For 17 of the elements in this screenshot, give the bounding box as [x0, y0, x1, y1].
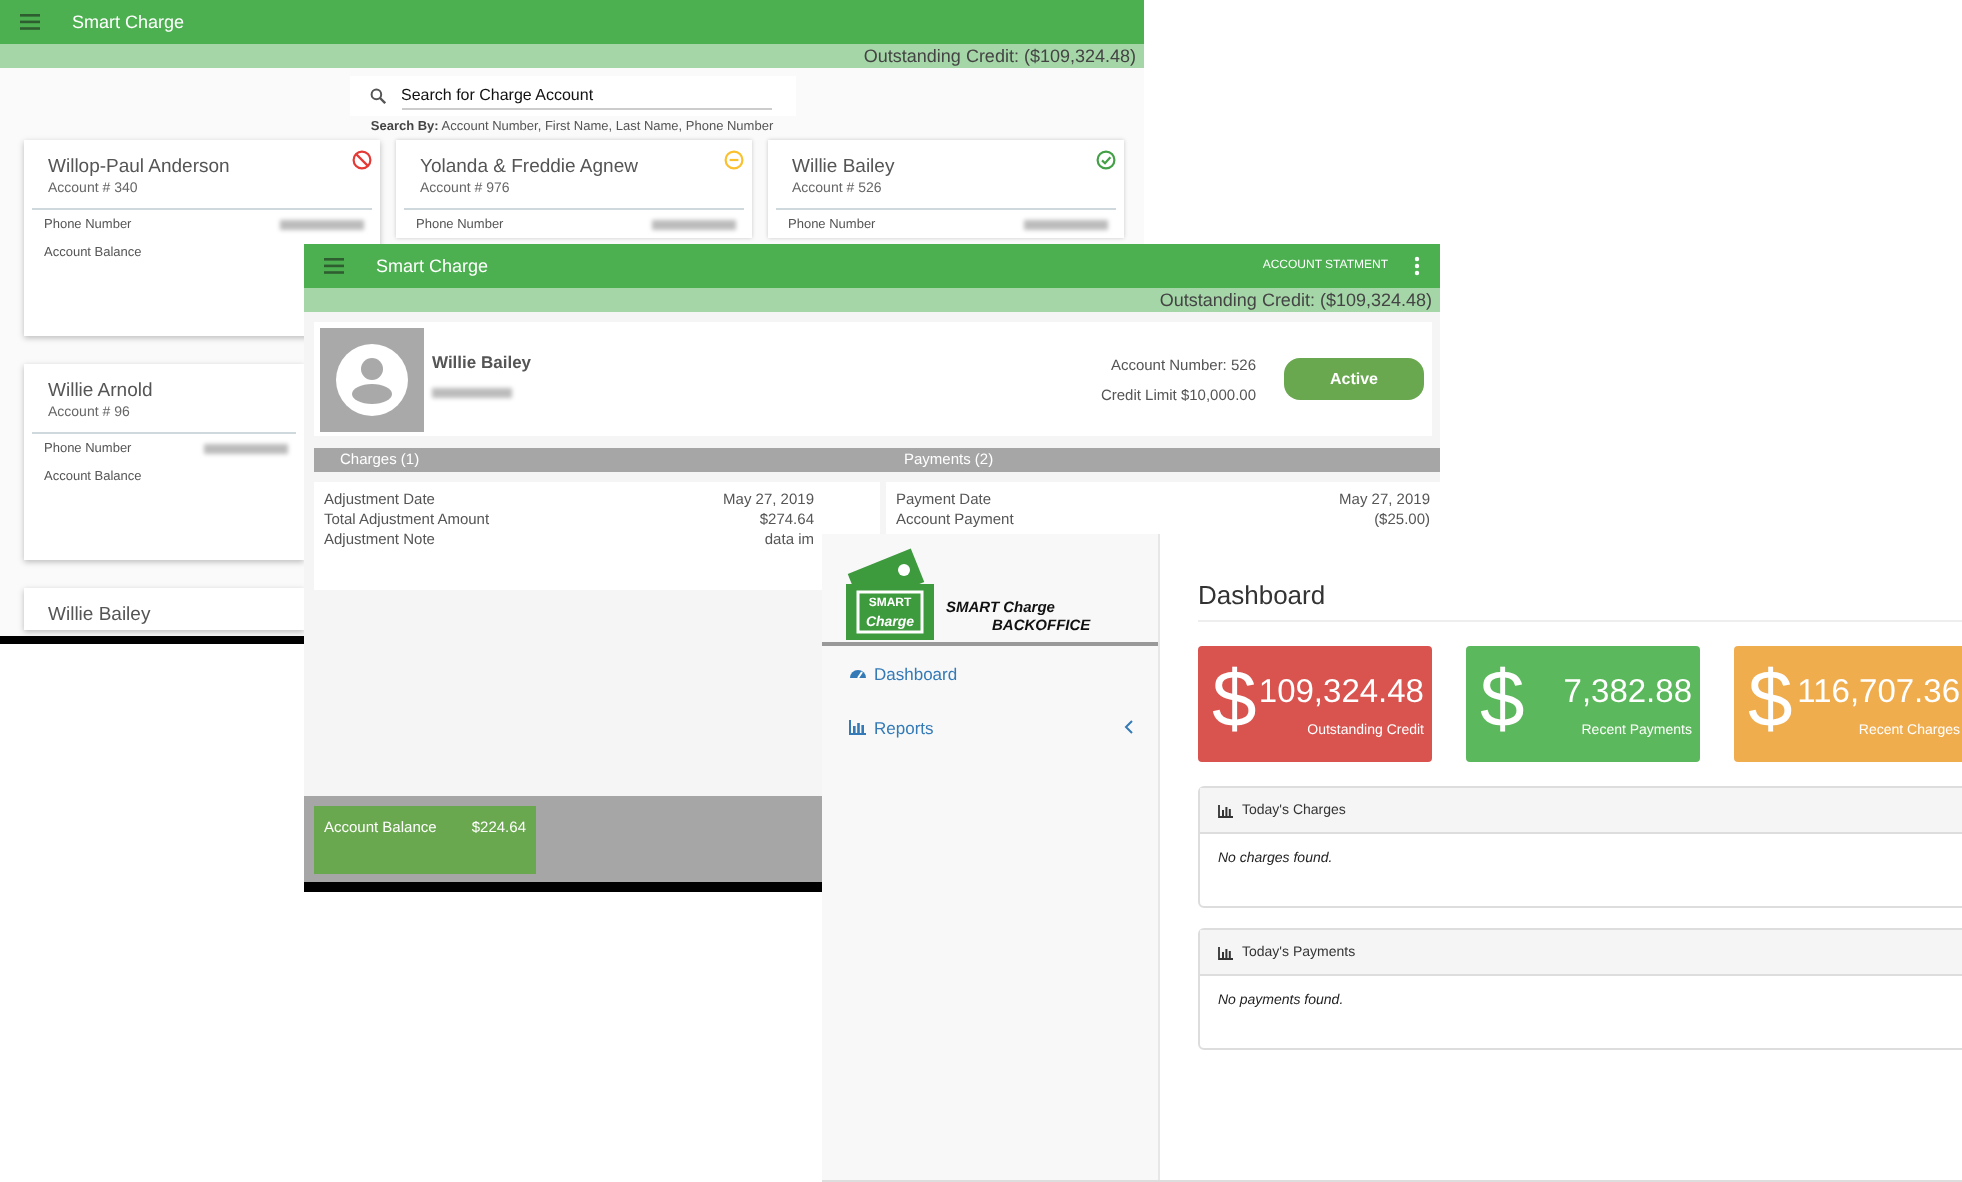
- currency-symbol: $: [1480, 654, 1525, 748]
- page-title: Dashboard: [1198, 580, 1962, 622]
- account-name: Willie Arnold: [48, 380, 155, 402]
- app-title: Smart Charge: [376, 256, 489, 276]
- currency-symbol: $: [1748, 654, 1793, 748]
- outstanding-credit: Outstanding Credit: ($109,324.48): [863, 46, 1136, 66]
- app-title: Smart Charge: [72, 12, 185, 32]
- stat-value: 116,707.36: [1797, 674, 1960, 712]
- customer-name: Willie Bailey: [432, 351, 532, 371]
- account-name: Willop-Paul Anderson: [48, 156, 232, 178]
- outstanding-credit: Outstanding Credit: ($109,324.48): [1159, 290, 1432, 310]
- stat-value: 7,382.88: [1563, 674, 1692, 712]
- account-name: Willie Bailey: [48, 604, 153, 626]
- account-name: Willie Bailey: [792, 156, 897, 178]
- currency-symbol: $: [1212, 654, 1257, 748]
- account-name: Yolanda & Freddie Agnew: [420, 156, 640, 178]
- stat-value: 109,324.48: [1258, 674, 1424, 712]
